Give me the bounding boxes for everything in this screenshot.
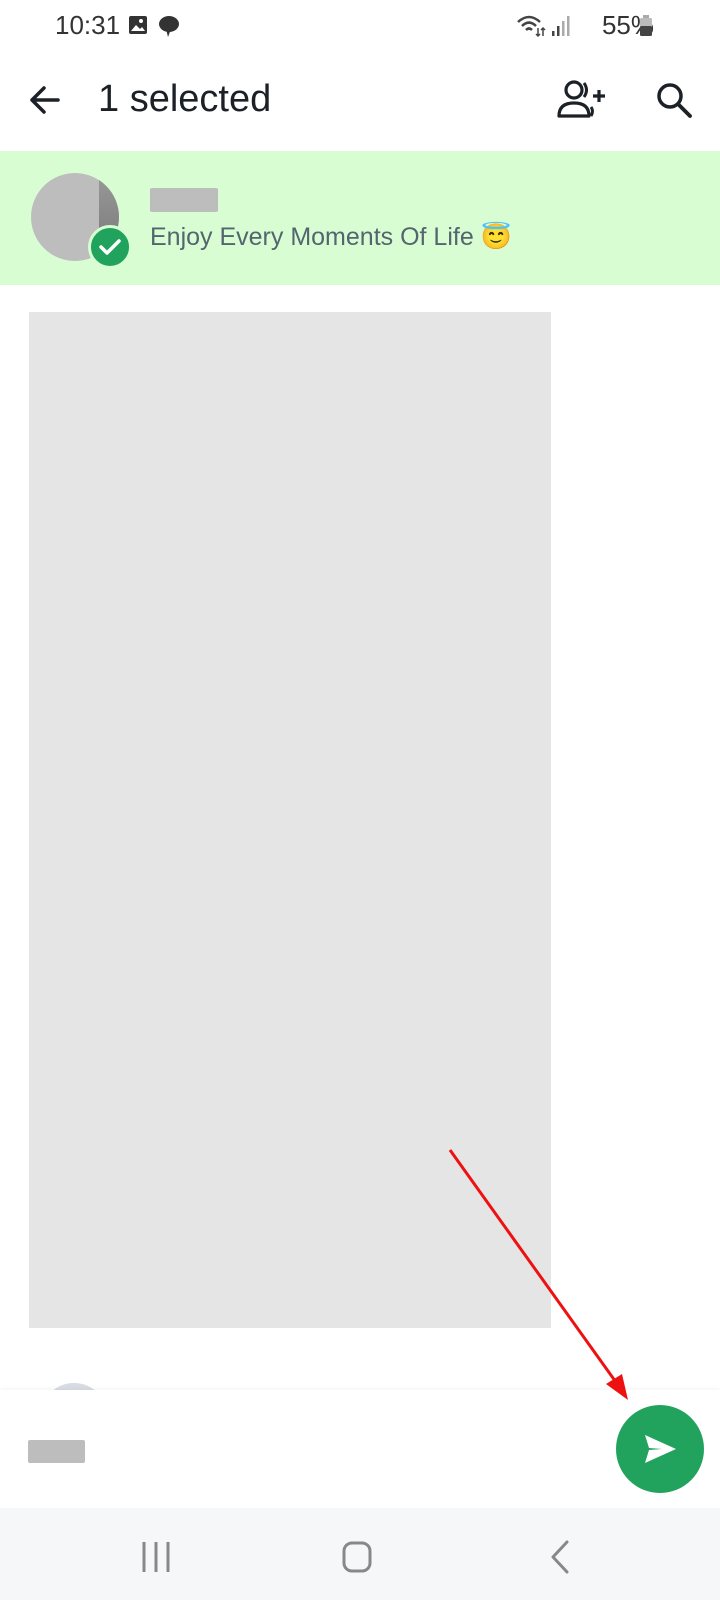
selected-names-redacted: [28, 1440, 85, 1463]
selected-check-badge: [88, 225, 132, 269]
wifi-icon: [517, 15, 546, 38]
send-button[interactable]: [616, 1405, 704, 1493]
gallery-icon: [129, 16, 147, 34]
contact-list-redacted: [29, 312, 551, 1328]
check-icon: [99, 239, 121, 255]
status-time: 10:31: [55, 10, 121, 40]
battery-icon: [640, 15, 652, 36]
nav-back-icon[interactable]: [535, 1532, 585, 1582]
app-bar: 1 selected: [0, 52, 720, 148]
person-add-icon[interactable]: [556, 76, 606, 122]
contact-name-redacted: [150, 188, 218, 212]
page-title: 1 selected: [98, 78, 272, 120]
system-nav-bar: [0, 1508, 720, 1600]
selection-bar: [0, 1390, 720, 1508]
chat-bubble-icon: [159, 16, 179, 37]
search-icon[interactable]: [652, 78, 696, 122]
contact-about: Enjoy Every Moments Of Life 😇: [150, 223, 512, 251]
recent-apps-icon[interactable]: [132, 1532, 182, 1582]
selected-contact-row[interactable]: Enjoy Every Moments Of Life 😇: [0, 151, 720, 285]
status-bar: 10:31 55%: [0, 0, 720, 52]
arrow-back-icon[interactable]: [24, 78, 68, 122]
home-icon[interactable]: [332, 1532, 382, 1582]
send-icon: [645, 1435, 676, 1463]
signal-icon: [552, 16, 570, 36]
